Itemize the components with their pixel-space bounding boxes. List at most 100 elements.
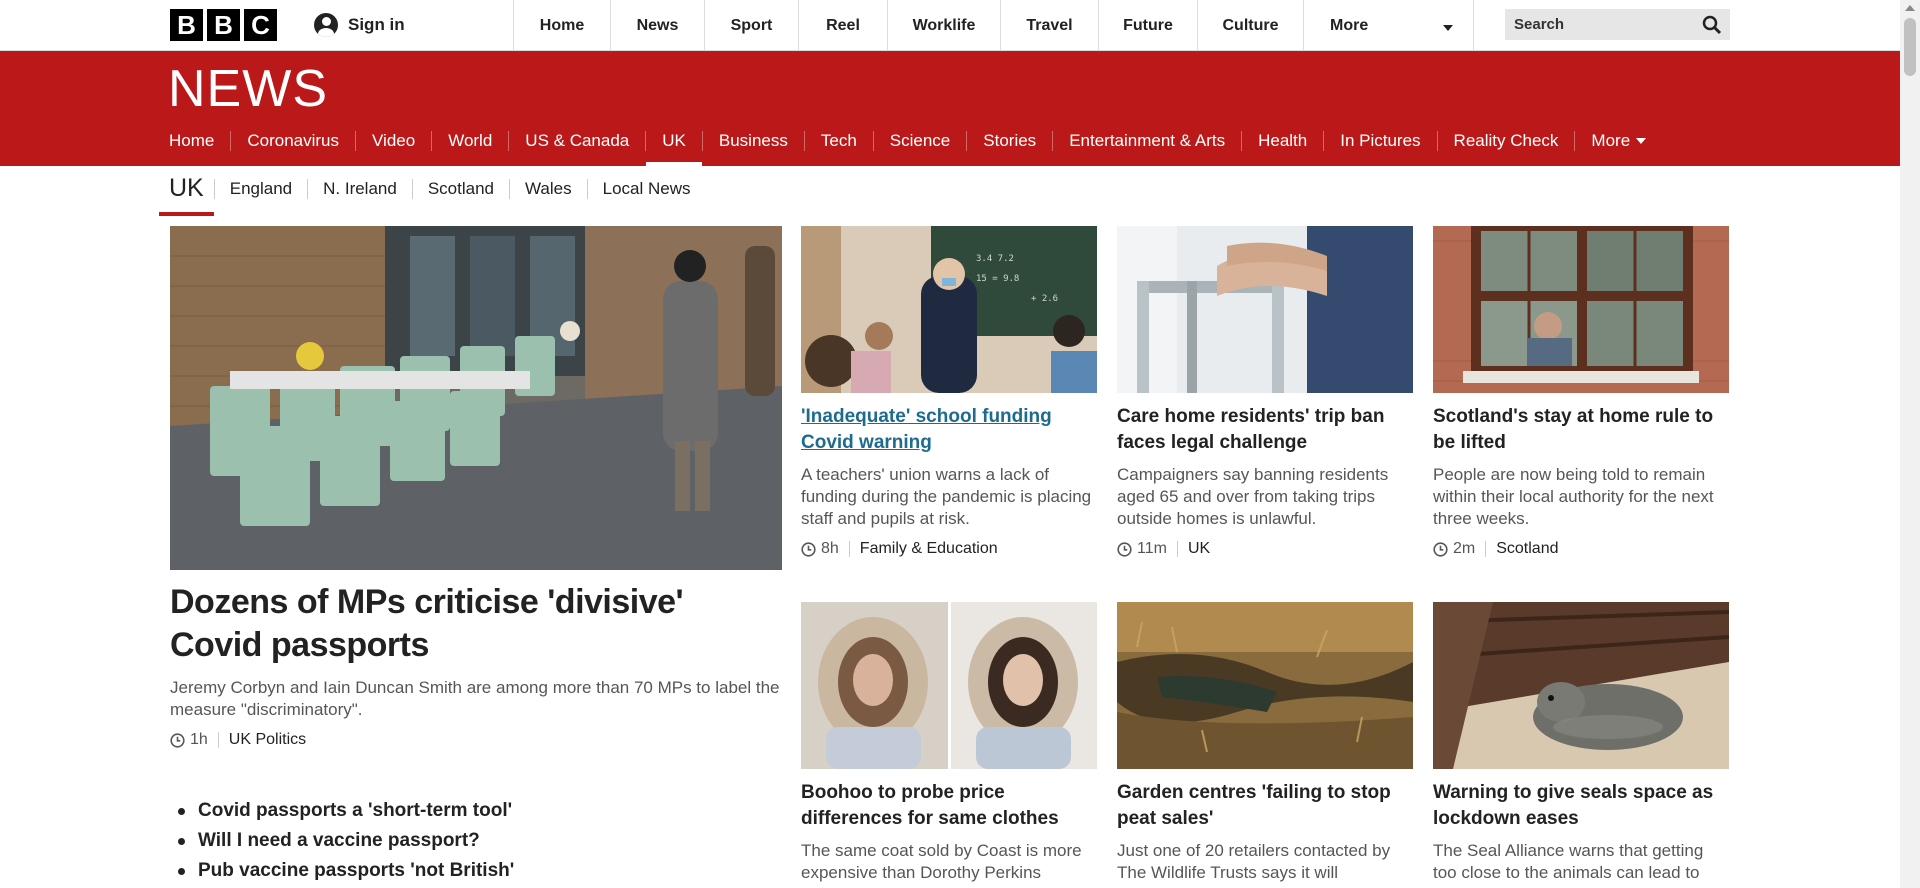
news-nav-stories[interactable]: Stories	[966, 131, 1052, 151]
search-input[interactable]: Search	[1505, 9, 1730, 40]
timestamp: 8h	[821, 540, 839, 557]
section-link[interactable]: Family & Education	[860, 540, 998, 558]
subnav-n-ireland[interactable]: N. Ireland	[307, 179, 412, 199]
story-headline[interactable]: Warning to give seals space as lockdown …	[1433, 780, 1729, 832]
story-image[interactable]: 3.4 7.2 15 = 9.8 + 2.6	[801, 226, 1097, 393]
related-link[interactable]: Will I need a vaccine passport?	[178, 826, 514, 856]
bullet-icon	[178, 867, 185, 875]
related-link[interactable]: Covid passports a 'short-term tool'	[178, 796, 514, 826]
story-image[interactable]	[1433, 602, 1729, 769]
clock-icon	[170, 732, 185, 748]
story-headline[interactable]: Boohoo to probe price differences for sa…	[801, 780, 1097, 832]
svg-text:3.4 7.2: 3.4 7.2	[976, 254, 1014, 264]
story-image[interactable]	[1117, 602, 1413, 769]
bullet-icon	[178, 807, 185, 815]
timestamp: 2m	[1453, 540, 1476, 557]
news-nav-uk[interactable]: UK	[645, 131, 702, 166]
global-nav-news[interactable]: News	[610, 0, 704, 51]
news-nav-more[interactable]: More	[1574, 131, 1662, 151]
story-image[interactable]	[1117, 226, 1413, 393]
clock-icon	[801, 541, 816, 557]
divider	[217, 732, 219, 748]
page-scrollbar[interactable]	[1900, 0, 1920, 888]
lead-story-headline[interactable]: Dozens of MPs criticise 'divisive' Covid…	[170, 581, 780, 667]
news-header: NEWS Home Coronavirus Video World US & C…	[0, 51, 1900, 166]
scrollbar-thumb[interactable]	[1904, 18, 1916, 76]
subnav-uk[interactable]: UK	[159, 174, 214, 216]
news-nav-us-canada[interactable]: US & Canada	[508, 131, 645, 151]
subnav-local-news[interactable]: Local News	[586, 179, 706, 199]
sign-in-label: Sign in	[348, 15, 405, 34]
news-nav: Home Coronavirus Video World US & Canada…	[169, 131, 1662, 166]
news-nav-entertainment-arts[interactable]: Entertainment & Arts	[1052, 131, 1241, 151]
chevron-down-icon	[1636, 138, 1647, 144]
uk-subnav: UK England N. Ireland Scotland Wales Loc…	[159, 166, 706, 216]
story-meta: 8h Family & Education	[801, 540, 1097, 558]
news-nav-science[interactable]: Science	[872, 131, 966, 151]
global-nav-reel[interactable]: Reel	[798, 0, 887, 51]
news-nav-home[interactable]: Home	[169, 131, 230, 151]
divider	[1485, 541, 1487, 557]
story-card[interactable]: Garden centres 'failing to stop peat sal…	[1117, 602, 1413, 884]
news-nav-reality-check[interactable]: Reality Check	[1436, 131, 1575, 151]
news-nav-health[interactable]: Health	[1241, 131, 1323, 151]
global-nav-sport[interactable]: Sport	[704, 0, 798, 51]
subnav-england[interactable]: England	[213, 179, 307, 199]
global-nav-worklife[interactable]: Worklife	[887, 0, 1000, 51]
divider	[1176, 541, 1178, 557]
story-headline[interactable]: Garden centres 'failing to stop peat sal…	[1117, 780, 1413, 832]
news-nav-video[interactable]: Video	[355, 131, 431, 151]
logo-letter: C	[244, 9, 277, 41]
logo-letter: B	[170, 9, 203, 41]
story-card[interactable]: Boohoo to probe price differences for sa…	[801, 602, 1097, 884]
global-nav-culture[interactable]: Culture	[1197, 0, 1303, 51]
story-card[interactable]: 3.4 7.2 15 = 9.8 + 2.6 'Inadequate' school…	[801, 226, 1097, 558]
divider	[848, 541, 850, 557]
story-meta: 11m UK	[1117, 540, 1413, 558]
story-summary: A teachers' union warns a lack of fundin…	[801, 465, 1092, 528]
user-icon	[314, 13, 338, 37]
sign-in-link[interactable]: Sign in	[314, 13, 405, 37]
story-image[interactable]	[1433, 226, 1729, 393]
timestamp: 1h	[190, 731, 208, 748]
story-card[interactable]: Care home residents' trip ban faces lega…	[1117, 226, 1413, 558]
news-nav-world[interactable]: World	[431, 131, 508, 151]
subnav-wales[interactable]: Wales	[509, 179, 587, 199]
story-headline[interactable]: 'Inadequate' school funding Covid warnin…	[801, 404, 1097, 456]
section-link[interactable]: UK	[1188, 540, 1210, 558]
related-link[interactable]: Pub vaccine passports 'not British'	[178, 856, 514, 886]
related-link-label: Will I need a vaccine passport?	[198, 830, 480, 851]
news-logo[interactable]: NEWS	[168, 59, 328, 119]
news-nav-in-pictures[interactable]: In Pictures	[1323, 131, 1436, 151]
global-nav-home[interactable]: Home	[513, 0, 610, 51]
timestamp: 11m	[1137, 540, 1167, 557]
subnav-scotland[interactable]: Scotland	[411, 179, 509, 199]
global-nav-travel[interactable]: Travel	[1000, 0, 1098, 51]
story-summary: People are now being told to remain with…	[1433, 465, 1714, 528]
related-links: Covid passports a 'short-term tool' Will…	[178, 796, 514, 886]
story-card[interactable]: Warning to give seals space as lockdown …	[1433, 602, 1729, 884]
news-more-label: More	[1591, 131, 1631, 150]
global-nav-future[interactable]: Future	[1098, 0, 1197, 51]
global-nav-more[interactable]: More	[1303, 0, 1474, 51]
section-link[interactable]: Scotland	[1496, 540, 1558, 558]
lead-story-summary: Jeremy Corbyn and Iain Duncan Smith are …	[170, 678, 780, 719]
bbc-logo[interactable]: B B C	[170, 9, 277, 41]
scroll-up-arrow-icon[interactable]	[1905, 5, 1915, 11]
svg-text:15 = 9.8: 15 = 9.8	[976, 274, 1019, 284]
search-placeholder: Search	[1514, 16, 1565, 33]
story-headline[interactable]: Scotland's stay at home rule to be lifte…	[1433, 404, 1729, 456]
news-nav-business[interactable]: Business	[701, 131, 804, 151]
story-image[interactable]	[801, 602, 1097, 769]
search-icon[interactable]	[1702, 15, 1722, 35]
related-link-label: Pub vaccine passports 'not British'	[198, 860, 515, 881]
svg-text:+ 2.6: + 2.6	[1031, 294, 1058, 304]
lead-story-image[interactable]	[170, 226, 782, 570]
story-headline[interactable]: Care home residents' trip ban faces lega…	[1117, 404, 1413, 456]
lead-story-meta: 1h UK Politics	[170, 731, 306, 749]
news-nav-tech[interactable]: Tech	[803, 131, 873, 151]
news-nav-coronavirus[interactable]: Coronavirus	[230, 131, 355, 151]
logo-letter: B	[207, 9, 240, 41]
story-card[interactable]: Scotland's stay at home rule to be lifte…	[1433, 226, 1729, 558]
section-link[interactable]: UK Politics	[229, 731, 306, 749]
